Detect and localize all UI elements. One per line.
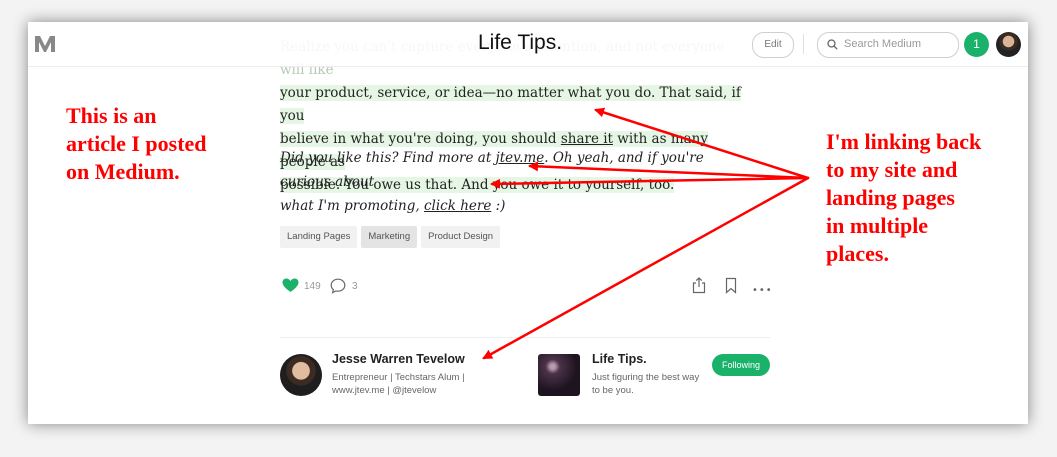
tag-landing-pages[interactable]: Landing Pages xyxy=(280,226,358,248)
search-input[interactable]: Search Medium xyxy=(817,32,959,58)
publication-name[interactable]: Life Tips. xyxy=(592,352,647,366)
annotation-left: This is an article I posted on Medium. xyxy=(66,103,207,184)
medium-logo-icon[interactable] xyxy=(34,34,56,54)
tag-list: Landing Pages Marketing Product Design xyxy=(280,226,504,248)
section-divider xyxy=(280,337,770,338)
annotation-right: I'm linking back to my site and landing … xyxy=(826,129,982,266)
author-name[interactable]: Jesse Warren Tevelow xyxy=(332,352,465,366)
text-segment: :) xyxy=(491,198,506,214)
text-segment: believe in what you're doing, you should xyxy=(280,131,561,147)
publication-description: Just figuring the best way to be you. xyxy=(592,372,700,396)
author-bio: Entrepreneur | Techstars Alum | www.jtev… xyxy=(332,372,465,396)
following-button[interactable]: Following xyxy=(712,354,770,376)
top-navigation-bar: Life Tips. Edit Search Medium 1 xyxy=(28,22,1028,67)
share-icon[interactable] xyxy=(692,277,706,294)
paragraph-line: your product, service, or idea—no matter… xyxy=(280,82,750,128)
search-icon xyxy=(827,39,838,50)
comment-count: 3 xyxy=(352,281,358,292)
text-segment: what I'm promoting, xyxy=(280,198,424,214)
publication-title[interactable]: Life Tips. xyxy=(478,31,562,55)
click-here-link[interactable]: click here xyxy=(424,198,491,214)
text-segment: Did you like this? Find more at xyxy=(280,150,496,166)
publication-thumbnail[interactable] xyxy=(538,354,580,396)
share-it-link[interactable]: share it xyxy=(561,131,613,147)
search-placeholder: Search Medium xyxy=(844,38,922,50)
header-divider xyxy=(803,34,804,54)
user-avatar[interactable] xyxy=(996,32,1021,57)
tag-product-design[interactable]: Product Design xyxy=(421,226,501,248)
closing-paragraph: Did you like this? Find more at jtev.me.… xyxy=(280,146,750,218)
tag-marketing[interactable]: Marketing xyxy=(361,226,418,248)
author-avatar[interactable] xyxy=(280,354,322,396)
more-options-icon[interactable]: ••• xyxy=(752,285,773,296)
highlighted-text: your product, service, or idea—no matter… xyxy=(280,85,741,124)
notification-badge[interactable]: 1 xyxy=(964,32,989,57)
jtev-me-link[interactable]: jtev.me xyxy=(496,150,545,166)
bookmark-icon[interactable] xyxy=(725,277,737,294)
comment-icon[interactable] xyxy=(330,278,346,294)
heart-icon[interactable] xyxy=(282,278,299,293)
article-actions: 149 3 ••• xyxy=(280,276,773,298)
edit-button[interactable]: Edit xyxy=(752,32,794,58)
like-count: 149 xyxy=(304,281,321,292)
